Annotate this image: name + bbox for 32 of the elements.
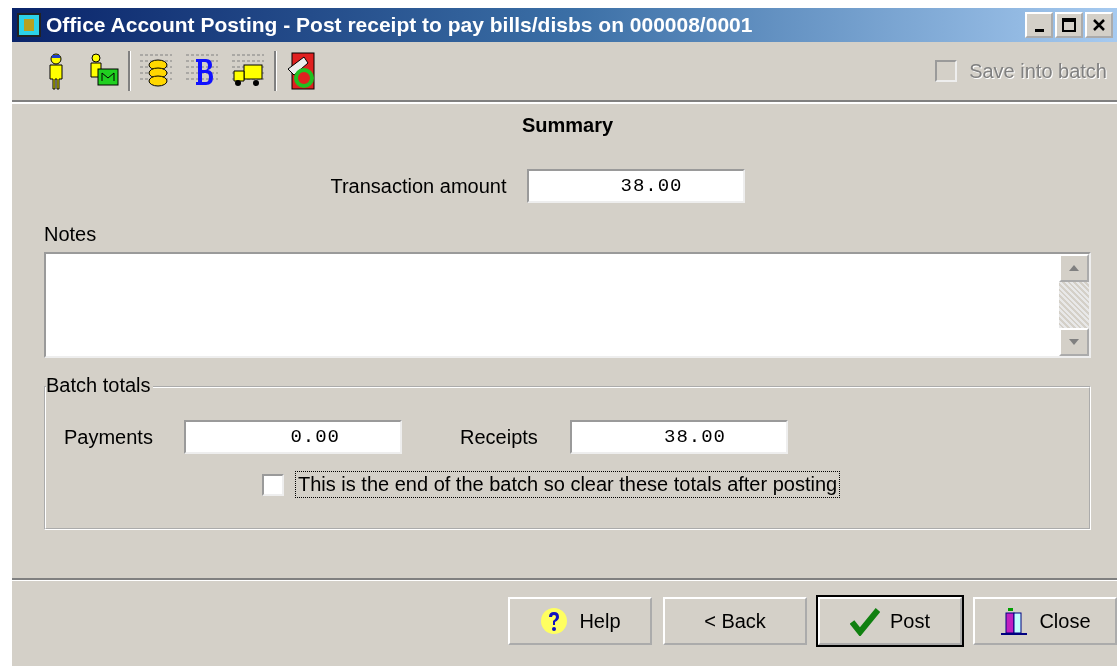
- maximize-button[interactable]: [1055, 12, 1083, 38]
- field-label: Notes: [44, 223, 98, 246]
- maximize-icon: [1062, 18, 1076, 32]
- scroll-down-button[interactable]: [1059, 328, 1089, 356]
- field-label: Transaction amount: [330, 174, 507, 198]
- dialog-button[interactable]: Help: [508, 597, 652, 645]
- up-arrow-icon: [1068, 264, 1080, 272]
- dialog-button[interactable]: Post: [818, 597, 962, 645]
- section-heading: Summary: [520, 114, 615, 137]
- close-icon: [1092, 18, 1106, 32]
- down-arrow-icon: [1068, 338, 1080, 346]
- window-title: Office Account Posting - Post receipt to pay bills/disbs on 000008/0001: [46, 13, 754, 37]
- help-icon: [539, 606, 570, 636]
- checkbox-label: Save into batch: [969, 59, 1107, 83]
- app-icon: [16, 12, 42, 38]
- minimize-button[interactable]: [1025, 12, 1053, 38]
- notes-field[interactable]: [44, 252, 1091, 358]
- checkmark-icon: [850, 606, 880, 636]
- field-label: Receipts: [460, 425, 539, 449]
- scrollbar[interactable]: [1059, 254, 1089, 356]
- door-icon: [999, 606, 1030, 636]
- checkbox[interactable]: [262, 473, 284, 496]
- close-button[interactable]: [1085, 12, 1113, 38]
- dialog-button[interactable]: Close: [973, 597, 1117, 645]
- dialog-button[interactable]: < Back: [663, 597, 807, 645]
- amount-field[interactable]: 38.00: [570, 420, 788, 454]
- amount-field[interactable]: 0.00: [184, 420, 402, 454]
- amount-field[interactable]: 38.00: [526, 169, 745, 203]
- field-label: Payments: [64, 425, 154, 449]
- minimize-icon: [1034, 28, 1044, 32]
- checkbox-label: This is the end of the batch so clear these totals after posting: [296, 472, 840, 497]
- scroll-up-button[interactable]: [1059, 254, 1089, 282]
